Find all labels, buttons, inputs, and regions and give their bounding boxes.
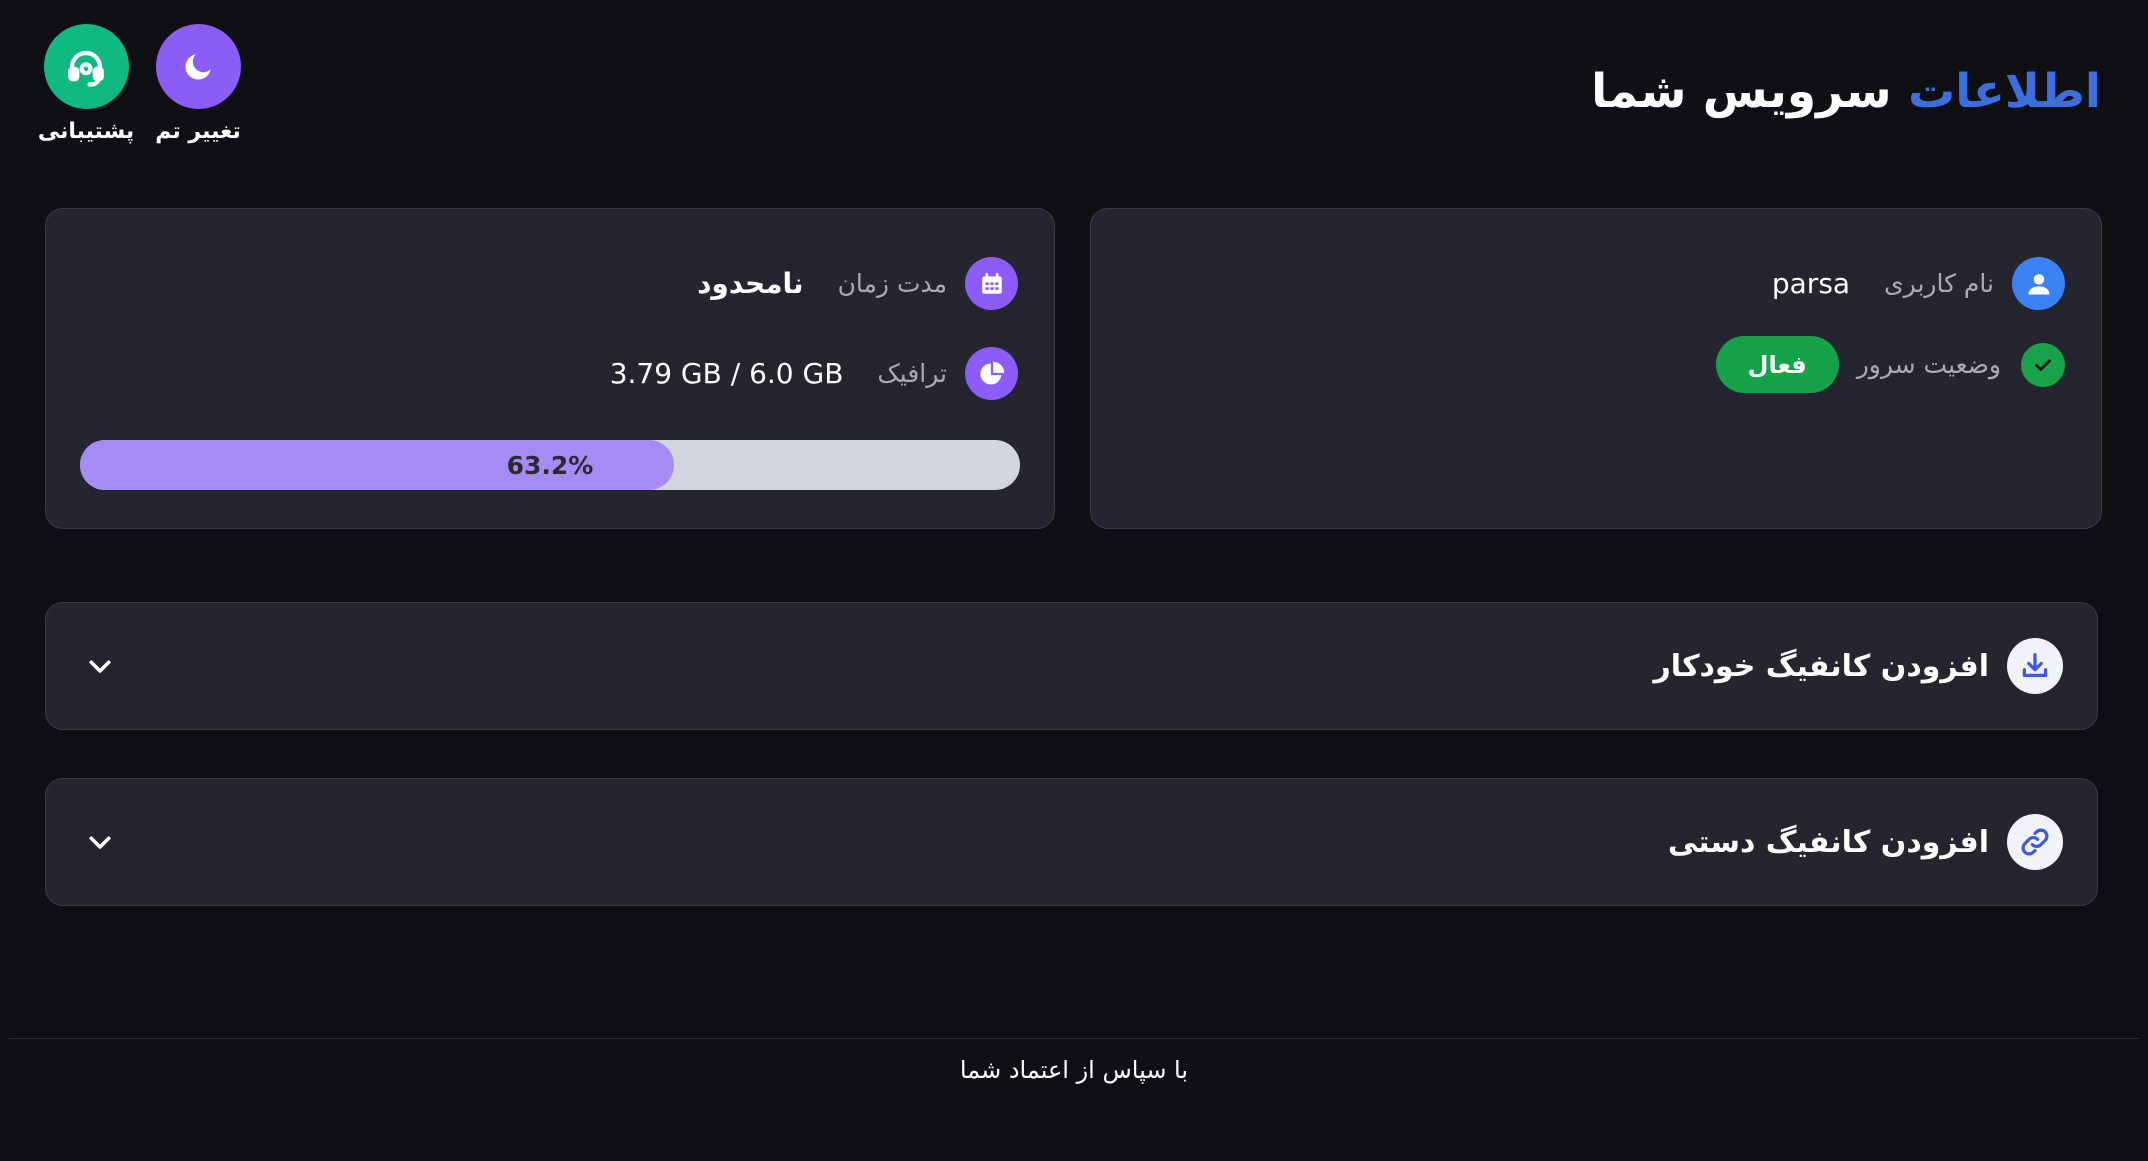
page: اطلاعات سرویس شما پشتیبانی تغییر تم نام … — [0, 0, 2148, 1161]
download-icon — [2007, 638, 2063, 694]
theme-toggle-button[interactable]: تغییر تم — [148, 24, 248, 144]
auto-config-accordion[interactable]: افزودن کانفیگ خودکار — [45, 602, 2098, 730]
user-icon — [2012, 257, 2065, 310]
chevron-down-icon[interactable] — [82, 824, 118, 860]
chevron-down-icon[interactable] — [82, 648, 118, 684]
footer-divider — [9, 1038, 2139, 1039]
calendar-icon — [965, 257, 1018, 310]
support-button[interactable]: پشتیبانی — [36, 24, 136, 144]
manual-config-accordion[interactable]: افزودن کانفیگ دستی — [45, 778, 2098, 906]
headset-icon — [68, 50, 104, 87]
traffic-label: ترافیک — [877, 359, 947, 388]
username-row: نام کاربری parsa — [1772, 257, 2065, 310]
username-label: نام کاربری — [1884, 269, 1994, 298]
page-title-rest: سرویس شما — [1591, 64, 1892, 119]
traffic-progress-bar: 63.2% — [80, 440, 1020, 490]
user-info-card: نام کاربری parsa وضعیت سرور فعال — [1090, 208, 2102, 529]
moon-icon — [185, 53, 211, 80]
theme-icon-circle[interactable] — [155, 24, 241, 109]
duration-label: مدت زمان — [837, 269, 947, 298]
status-label: وضعیت سرور — [1856, 350, 2001, 379]
traffic-row: ترافیک 3.79 GB / 6.0 GB — [610, 347, 1018, 400]
footer-text: با سپاس از اعتماد شما — [959, 1056, 1189, 1084]
status-row: وضعیت سرور فعال — [1715, 336, 2065, 393]
auto-config-title: افزودن کانفیگ خودکار — [1653, 648, 1989, 684]
usage-card: مدت زمان نامحدود ترافیک 3.79 GB / 6.0 GB… — [45, 208, 1055, 529]
check-icon — [2021, 342, 2065, 387]
page-title: اطلاعات سرویس شما — [1591, 64, 2101, 119]
manual-config-header[interactable]: افزودن کانفیگ دستی — [1668, 814, 2063, 870]
support-label: پشتیبانی — [37, 119, 135, 144]
duration-row: مدت زمان نامحدود — [697, 257, 1018, 310]
traffic-value: 3.79 GB / 6.0 GB — [609, 357, 844, 390]
auto-config-header[interactable]: افزودن کانفیگ خودکار — [1654, 638, 2063, 694]
support-icon-circle[interactable] — [43, 24, 129, 109]
page-title-accent: اطلاعات — [1907, 64, 2101, 119]
status-badge: فعال — [1715, 336, 1839, 393]
link-icon — [2007, 814, 2063, 870]
manual-config-title: افزودن کانفیگ دستی — [1667, 824, 1989, 860]
pie-chart-icon — [965, 347, 1018, 400]
duration-value: نامحدود — [697, 267, 804, 300]
username-value: parsa — [1771, 267, 1851, 300]
theme-label: تغییر تم — [155, 119, 241, 144]
progress-text: 63.2% — [506, 450, 594, 480]
